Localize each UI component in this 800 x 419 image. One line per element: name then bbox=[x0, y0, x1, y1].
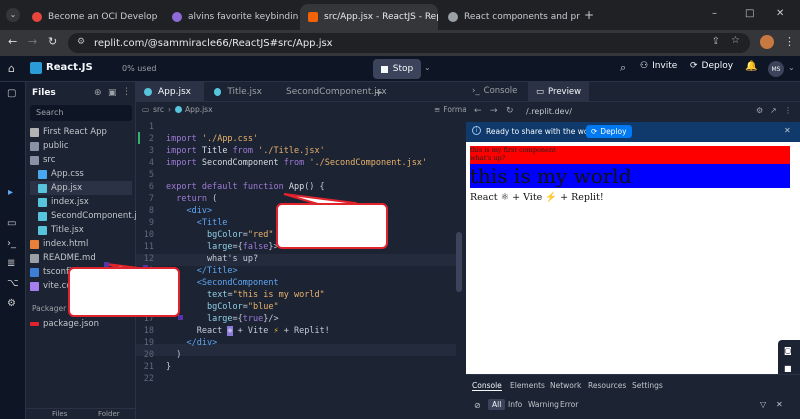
selection-handle bbox=[178, 315, 183, 320]
annotation-callout-left bbox=[68, 267, 180, 317]
annotation-callout-top bbox=[276, 203, 388, 249]
annotation-overlay bbox=[104, 193, 358, 320]
